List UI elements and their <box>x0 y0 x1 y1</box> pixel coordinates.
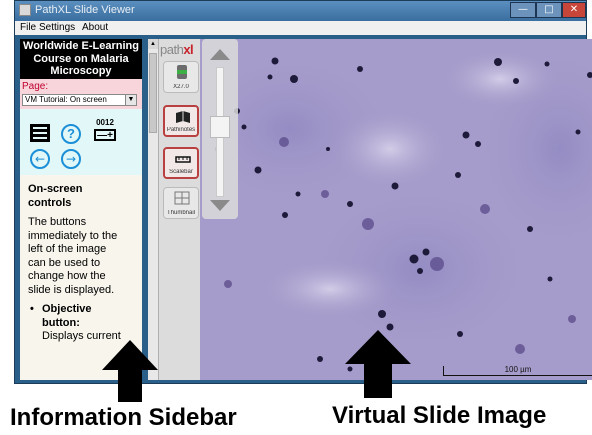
thumbnail-label: Thumbnail <box>166 210 195 216</box>
scale-bar: 100 µm <box>443 365 592 376</box>
left-arrow-annotation <box>102 340 158 402</box>
menu-icon[interactable] <box>30 124 50 142</box>
tool-strip: pathxl X27.0 Pathinotes Scalebar Thumbna… <box>158 39 200 380</box>
objective-label: X27.0 <box>173 84 189 90</box>
scalebar-label: Scalebar <box>169 169 193 175</box>
window-title: PathXL Slide Viewer <box>35 4 135 16</box>
close-button[interactable]: ✕ <box>562 2 586 18</box>
slide-specimen <box>200 39 592 372</box>
zoom-thumb[interactable] <box>210 115 230 138</box>
virtual-slide-image[interactable]: 100 µm <box>200 39 592 380</box>
scroll-thumb[interactable] <box>149 53 157 133</box>
body-text: The buttons immediately to the left of t… <box>28 216 118 296</box>
objective-icon <box>177 65 187 79</box>
pathxl-logo: pathxl <box>160 42 194 57</box>
scroll-up-button[interactable]: ▲ <box>148 39 158 49</box>
chevron-down-icon[interactable]: ▼ <box>125 95 136 105</box>
zoom-in-icon[interactable] <box>210 49 230 60</box>
pathinotes-button[interactable]: Pathinotes <box>163 105 199 137</box>
bullet-dot: • <box>30 303 34 315</box>
minimize-button[interactable]: — <box>510 2 536 18</box>
menu-file[interactable]: File <box>20 22 36 33</box>
bullet-heading: Objective button: <box>42 303 92 329</box>
section-title: On-screen controls <box>28 183 83 209</box>
left-caption: Information Sidebar <box>10 404 237 431</box>
right-caption: Virtual Slide Image <box>332 402 547 429</box>
information-sidebar: Worldwide E-Learning Course on Malaria M… <box>20 39 142 380</box>
sidebar-scrollbar[interactable]: ▲ <box>148 39 158 380</box>
ruler-icon <box>175 156 191 163</box>
page-select[interactable]: VM Tutorial: On screen ▼ <box>22 94 137 106</box>
back-arrow-icon[interactable]: ← <box>30 149 50 169</box>
counter-value: 0012 <box>96 118 114 127</box>
list-item: • Objective button: Displays current <box>28 303 126 344</box>
course-title: Worldwide E-Learning Course on Malaria M… <box>20 39 142 79</box>
zoom-slider[interactable] <box>202 39 238 219</box>
right-arrow-annotation <box>345 330 411 398</box>
objective-button[interactable]: X27.0 <box>163 61 199 93</box>
title-bar[interactable]: PathXL Slide Viewer — □ ✕ <box>15 1 586 21</box>
page-select-value: VM Tutorial: On screen <box>25 95 107 104</box>
zoom-out-icon[interactable] <box>210 200 230 211</box>
counter-box: —+ <box>94 129 116 141</box>
scalebar-button[interactable]: Scalebar <box>163 147 199 179</box>
menu-about[interactable]: About <box>82 22 108 33</box>
app-window: PathXL Slide Viewer — □ ✕ File Settings … <box>14 0 592 384</box>
page-label: Page: <box>22 81 49 92</box>
thumbnail-button[interactable]: Thumbnail <box>163 187 199 219</box>
page-selector-area: Page: VM Tutorial: On screen ▼ <box>20 79 142 109</box>
menu-bar: File Settings About <box>15 21 586 35</box>
scale-label: 100 µm <box>504 365 532 374</box>
counter-icon[interactable]: 0012 —+ <box>92 118 118 142</box>
grid-icon <box>174 191 190 205</box>
forward-arrow-icon[interactable]: → <box>61 149 81 169</box>
navigation-icons: ? 0012 —+ ← → <box>20 109 142 175</box>
maximize-button[interactable]: □ <box>536 2 562 18</box>
book-icon <box>176 111 190 123</box>
help-icon[interactable]: ? <box>61 124 81 144</box>
pathinotes-label: Pathinotes <box>166 127 196 133</box>
menu-settings[interactable]: Settings <box>39 22 75 33</box>
app-icon <box>19 4 31 16</box>
